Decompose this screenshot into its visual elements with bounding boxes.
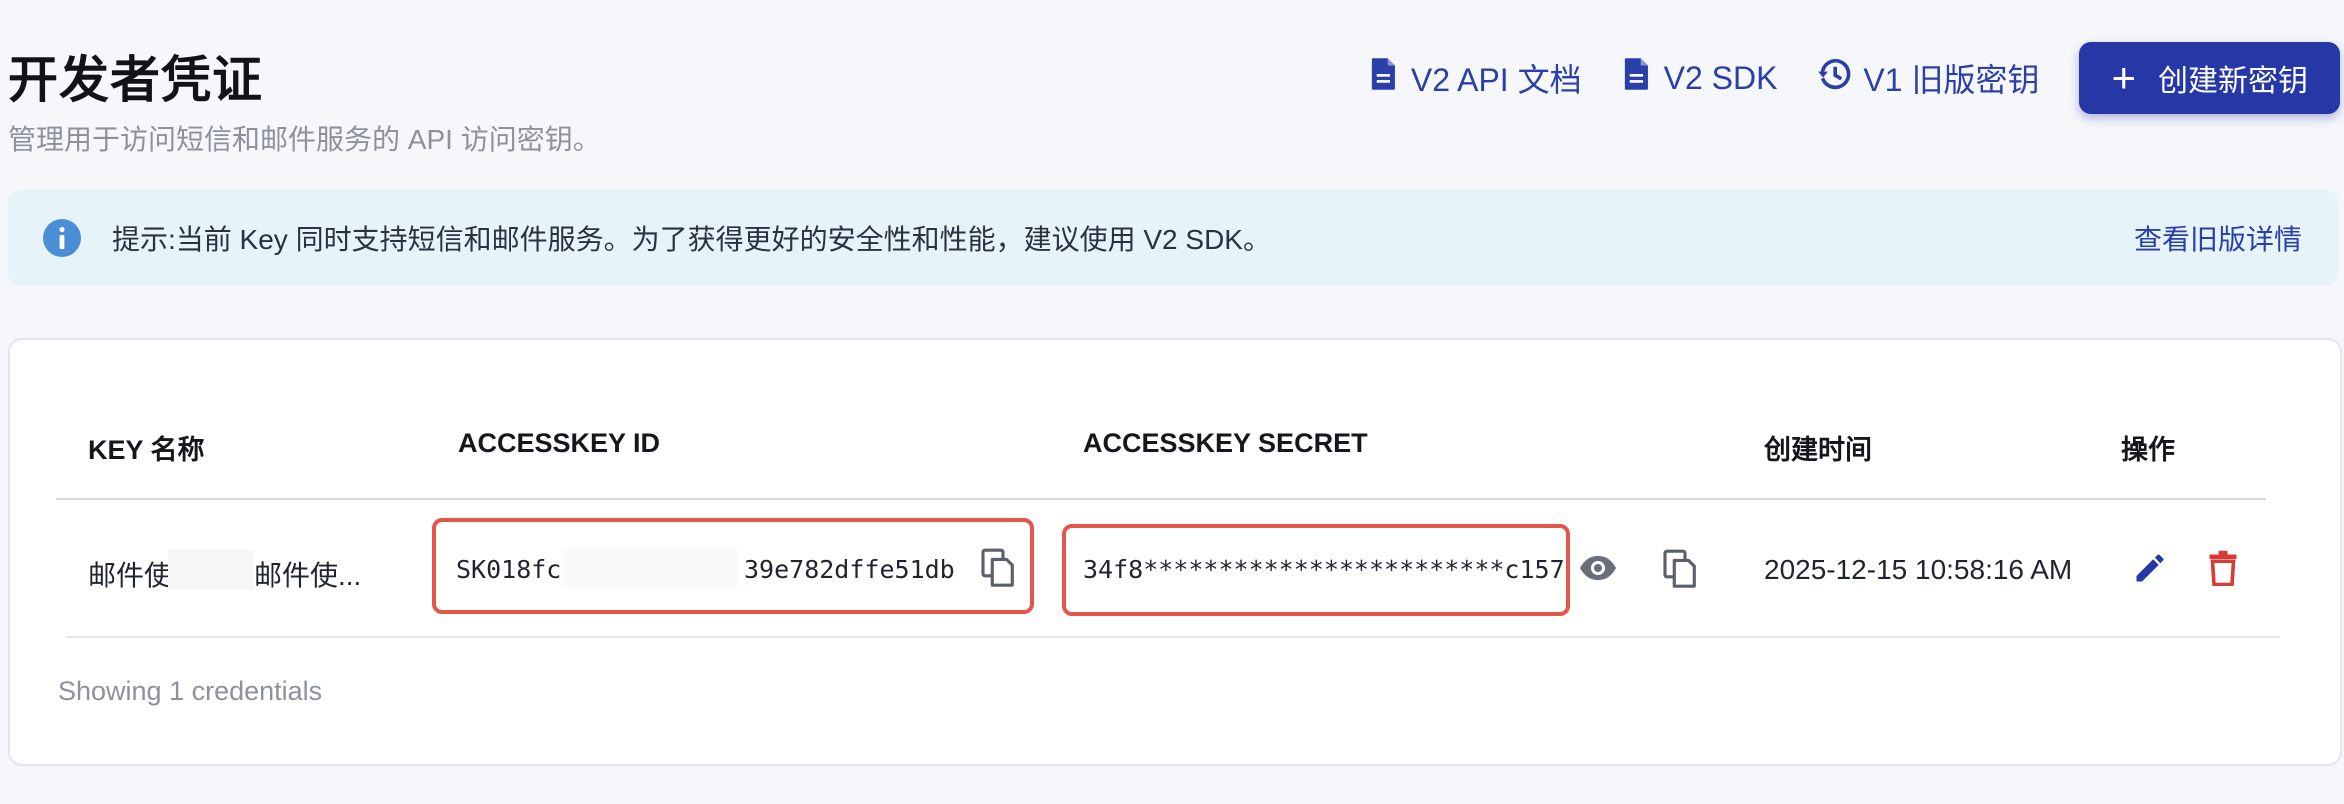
copy-access-key-secret-button[interactable] [1662, 549, 1698, 594]
copy-icon [981, 548, 1014, 587]
delete-icon [2209, 550, 2237, 587]
v1-keys-link[interactable]: V1 旧版密钥 [1817, 55, 2039, 101]
access-key-id-part-right: 39e782dffe51db [744, 555, 955, 584]
header-actions: V2 API 文档 V2 SDK V1 旧版密钥 + 创建新密钥 [1369, 42, 2340, 114]
header-divider [56, 498, 2266, 500]
column-header-created-at: 创建时间 [1764, 435, 1872, 465]
eye-icon [1580, 556, 1616, 580]
page-title: 开发者凭证 [8, 52, 263, 108]
document-icon [1622, 57, 1652, 99]
legacy-details-link[interactable]: 查看旧版详情 [2134, 218, 2302, 258]
key-name-part-left: 邮件使 [88, 560, 173, 591]
row-divider [66, 636, 2280, 638]
info-icon [43, 219, 81, 257]
edit-key-button[interactable] [2132, 550, 2168, 591]
create-key-button[interactable]: + 创建新密钥 [2079, 42, 2340, 114]
column-header-access-key-secret: ACCESSKEY SECRET [1083, 428, 1368, 458]
edit-icon [2136, 554, 2164, 582]
banner-text: 提示:当前 Key 同时支持短信和邮件服务。为了获得更好的安全性和性能，建议使用… [112, 224, 1271, 255]
copy-access-key-id-button[interactable] [980, 548, 1016, 593]
column-header-access-key-id: ACCESSKEY ID [458, 428, 661, 458]
copy-icon [1663, 549, 1696, 588]
access-key-secret-value: 34f8************************c157 [1083, 555, 1565, 584]
reveal-secret-button[interactable] [1578, 552, 1618, 589]
credentials-count: Showing 1 credentials [58, 676, 323, 706]
created-at-value: 2025-12-15 10:58:16 AM [1764, 554, 2073, 585]
create-key-label: 创建新密钥 [2158, 65, 2308, 98]
api-docs-label: V2 API 文档 [1410, 62, 1582, 98]
plus-icon: + [2111, 54, 2136, 101]
v1-keys-label: V1 旧版密钥 [1863, 62, 2040, 98]
redaction-mask [168, 550, 254, 590]
delete-key-button[interactable] [2208, 550, 2238, 591]
redaction-mask [562, 548, 738, 588]
key-name-part-right: 邮件使... [254, 560, 362, 591]
sdk-link[interactable]: V2 SDK [1622, 57, 1778, 99]
info-banner: 提示:当前 Key 同时支持短信和邮件服务。为了获得更好的安全性和性能，建议使用… [8, 190, 2338, 286]
document-icon [1369, 57, 1399, 99]
api-docs-link[interactable]: V2 API 文档 [1369, 55, 1582, 101]
column-header-key-name: KEY 名称 [88, 435, 205, 465]
sdk-label: V2 SDK [1663, 59, 1778, 96]
column-header-actions: 操作 [2121, 435, 2175, 465]
page: 开发者凭证 管理用于访问短信和邮件服务的 API 访问密钥。 V2 API 文档… [0, 0, 2344, 804]
access-key-id-part-left: SK018fc [456, 555, 562, 584]
page-subtitle: 管理用于访问短信和邮件服务的 API 访问密钥。 [8, 124, 601, 155]
history-icon [1817, 57, 1851, 99]
